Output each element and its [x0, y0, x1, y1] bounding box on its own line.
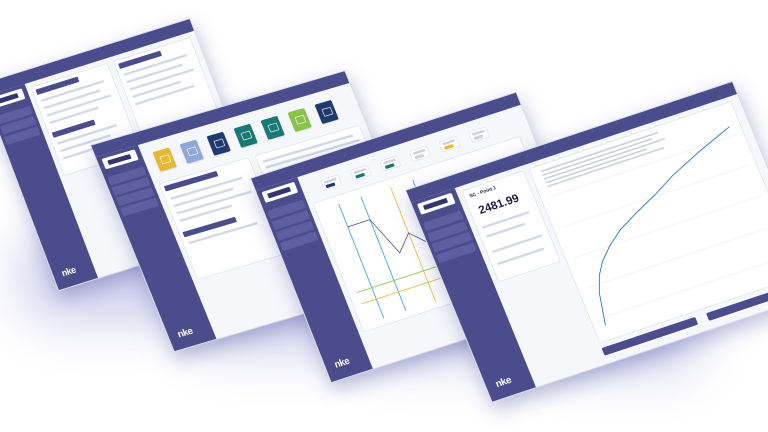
kpi-card: [438, 135, 461, 153]
marketing-hero: nke nke nke nke SC - Point 1 2481.99: [0, 0, 768, 432]
kpi-card: [320, 174, 343, 191]
panel-title: SC - Point 1: [468, 185, 498, 200]
tile-icon[interactable]: [287, 107, 312, 132]
kpi-card: [408, 145, 431, 162]
tile-icon[interactable]: [152, 147, 177, 172]
tile-icon[interactable]: [206, 131, 231, 156]
brand-logo: nke: [493, 373, 513, 390]
tile-icon[interactable]: [314, 99, 339, 125]
kpi-card: [379, 155, 402, 172]
tile-icon[interactable]: [233, 123, 258, 148]
brand-logo: nke: [59, 264, 78, 279]
tile-icon[interactable]: [260, 115, 285, 140]
kpi-card: [468, 126, 491, 143]
logo-icon: [0, 88, 26, 109]
brand-logo: nke: [175, 325, 195, 340]
tile-icon[interactable]: [179, 139, 204, 164]
kpi-card: [349, 164, 372, 182]
brand-logo: nke: [332, 354, 351, 371]
